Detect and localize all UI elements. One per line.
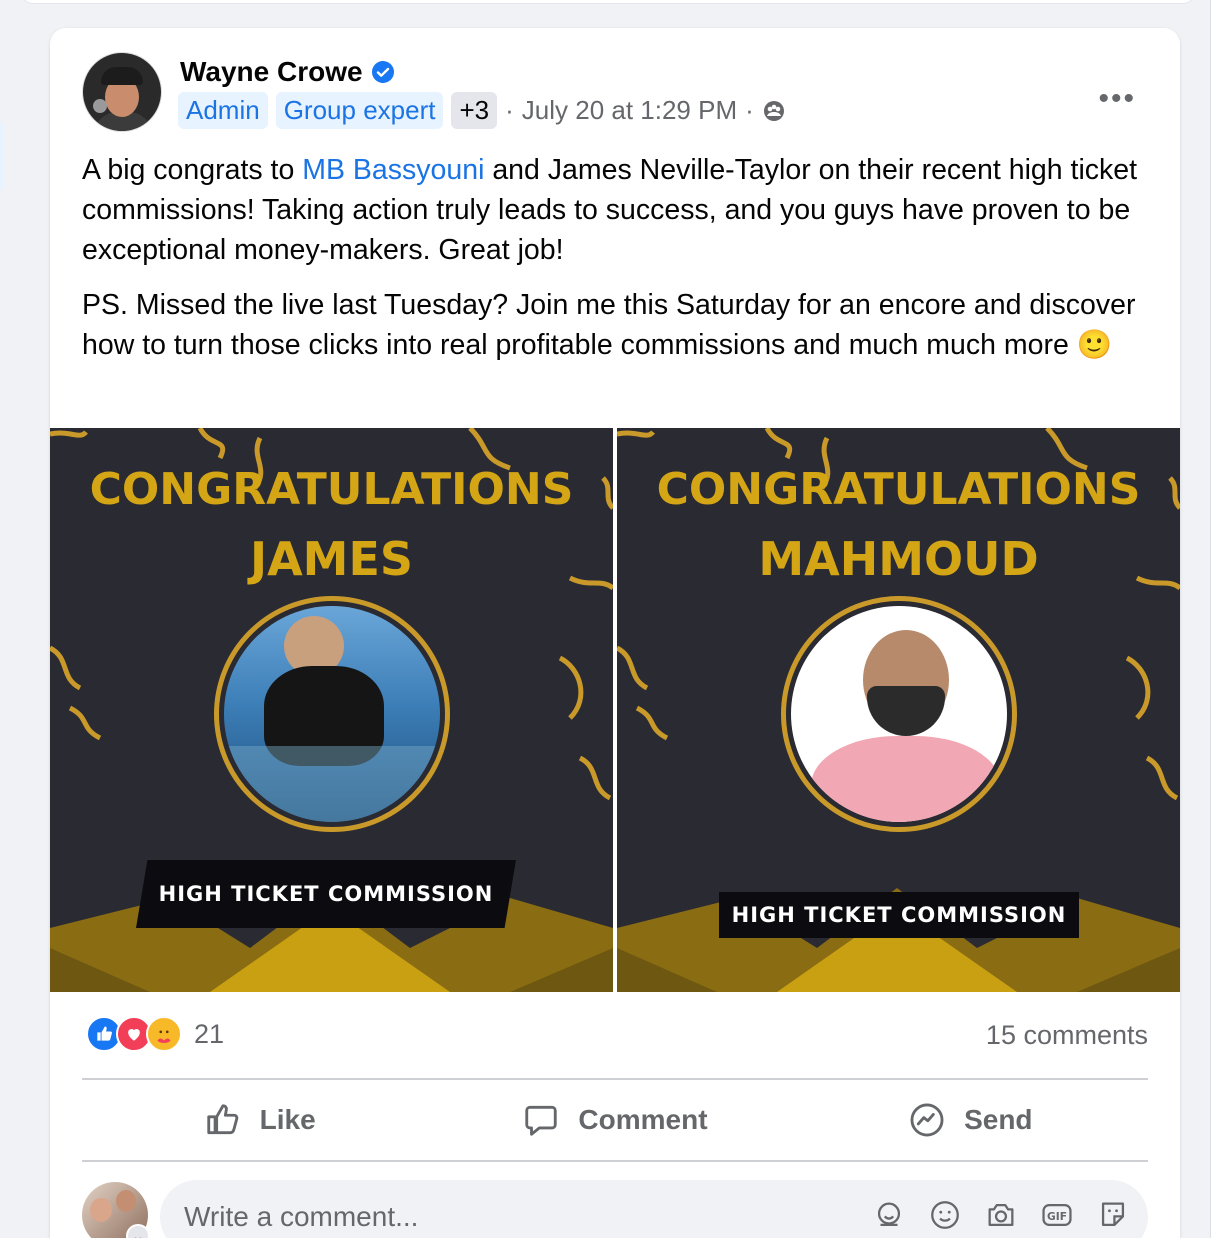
badge-more[interactable]: +3 — [451, 92, 498, 129]
avatar-sticker-icon[interactable] — [872, 1198, 906, 1232]
post-paragraph-1: A big congrats to MB Bassyouni and James… — [82, 154, 1138, 266]
send-label: Send — [964, 1104, 1033, 1135]
chevron-down-icon[interactable]: ⌄ — [126, 1224, 150, 1238]
winner-photo-mahmoud — [781, 596, 1017, 832]
meta-separator: · — [505, 95, 514, 125]
verified-badge-icon — [371, 61, 394, 83]
divider-bottom — [82, 1160, 1148, 1162]
right-sidebar-edge — [1210, 0, 1222, 1238]
post-actions: Like Comment Send — [82, 1084, 1148, 1156]
mention-link[interactable]: MB Bassyouni — [302, 154, 484, 186]
comment-label: Comment — [578, 1104, 708, 1135]
author-name-row: Wayne Crowe — [180, 56, 395, 88]
camera-icon[interactable] — [984, 1198, 1018, 1232]
reaction-count: 21 — [194, 1018, 225, 1049]
congrats-name-2: MAHMOUD — [758, 532, 1039, 586]
post-text: A big congrats to MB Bassyouni and James… — [82, 150, 1152, 380]
gif-icon[interactable]: GIF — [1040, 1198, 1074, 1232]
comment-input-box[interactable]: GIF — [160, 1180, 1148, 1238]
congrats-heading-2: CONGRATULATIONS — [656, 464, 1141, 515]
comment-composer: ⌄ GIF — [82, 1180, 1148, 1238]
comments-count-link[interactable]: 15 comments — [986, 1020, 1148, 1051]
badge-group-expert[interactable]: Group expert — [275, 92, 444, 129]
comment-input[interactable] — [184, 1201, 784, 1233]
badge-admin[interactable]: Admin — [178, 92, 268, 129]
like-button[interactable]: Like — [82, 1084, 437, 1156]
author-avatar[interactable] — [82, 52, 162, 132]
post-meta: Admin Group expert +3 · July 20 at 1:29 … — [178, 92, 786, 129]
ribbon-label: HIGH TICKET COMMISSION — [136, 860, 516, 928]
more-options-icon[interactable]: ••• — [1098, 82, 1136, 116]
congrats-name: JAMES — [249, 532, 414, 586]
author-name[interactable]: Wayne Crowe — [180, 56, 363, 88]
emoji-icon[interactable] — [928, 1198, 962, 1232]
congrats-heading: CONGRATULATIONS — [89, 464, 574, 515]
previous-post-card-edge — [18, 0, 1198, 4]
winner-photo-james — [214, 596, 450, 832]
ribbon-label-2: HIGH TICKET COMMISSION — [719, 892, 1079, 938]
left-nav-highlight — [0, 122, 4, 190]
comment-icon — [525, 1105, 558, 1136]
reactions-summary[interactable]: 21 — [86, 1016, 224, 1052]
comment-button[interactable]: Comment — [437, 1084, 792, 1156]
sticker-icon[interactable] — [1096, 1198, 1130, 1232]
post-header: Wayne Crowe Admin Group expert +3 · July… — [82, 52, 1148, 132]
post-images: CONGRATULATIONS JAMES HIGH TICKET COMMIS… — [50, 428, 1180, 992]
image-james[interactable]: CONGRATULATIONS JAMES HIGH TICKET COMMIS… — [50, 428, 613, 992]
like-label: Like — [259, 1104, 316, 1135]
meta-separator-2: · — [745, 95, 754, 125]
messenger-icon — [910, 1103, 944, 1137]
post-timestamp[interactable]: July 20 at 1:29 PM — [522, 95, 737, 126]
post-card: Wayne Crowe Admin Group expert +3 · July… — [50, 28, 1180, 1238]
divider-top — [82, 1078, 1148, 1080]
thumbs-up-icon — [206, 1104, 238, 1135]
comment-tools: GIF — [872, 1198, 1130, 1232]
send-button[interactable]: Send — [793, 1084, 1148, 1156]
image-mahmoud[interactable]: CONGRATULATIONS MAHMOUD HIGH TICKET COMM… — [617, 428, 1180, 992]
svg-text:GIF: GIF — [1047, 1210, 1067, 1223]
care-reaction-icon — [146, 1016, 182, 1052]
post-paragraph-2: PS. Missed the live last Tuesday? Join m… — [82, 289, 1136, 361]
group-privacy-icon — [763, 100, 784, 121]
